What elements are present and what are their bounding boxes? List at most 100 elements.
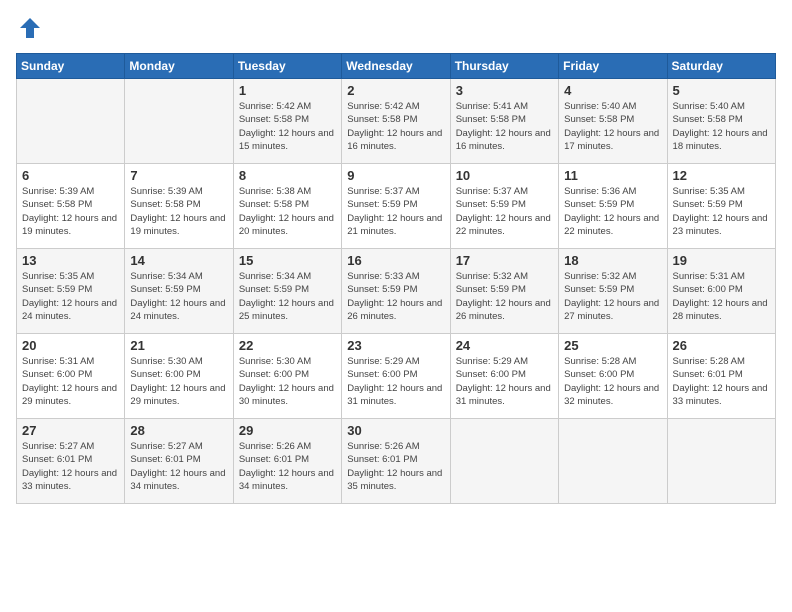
calendar-cell: 30Sunrise: 5:26 AM Sunset: 6:01 PM Dayli… [342, 419, 450, 504]
day-info: Sunrise: 5:31 AM Sunset: 6:00 PM Dayligh… [673, 270, 770, 323]
day-info: Sunrise: 5:39 AM Sunset: 5:58 PM Dayligh… [130, 185, 227, 238]
calendar-cell: 19 Sunrise: 5:31 AM Sunset: 6:00 PM Dayli… [667, 249, 775, 334]
day-number: 15 [239, 253, 336, 268]
day-info: Sunrise: 5:33 AM Sunset: 5:59 PM Dayligh… [347, 270, 444, 323]
day-number: 14 [130, 253, 227, 268]
day-number: 19 [673, 253, 770, 268]
day-number: 27 [22, 423, 119, 438]
calendar-cell: 12 Sunrise: 5:35 AM Sunset: 5:59 PM Dayli… [667, 164, 775, 249]
calendar-cell: 24Sunrise: 5:29 AM Sunset: 6:00 PM Dayli… [450, 334, 558, 419]
week-row-2: 6 Sunrise: 5:39 AM Sunset: 5:58 PM Daylig… [17, 164, 776, 249]
calendar-cell: 9 Sunrise: 5:37 AM Sunset: 5:59 PM Daylig… [342, 164, 450, 249]
day-info: Sunrise: 5:28 AM Sunset: 6:01 PM Dayligh… [673, 355, 770, 408]
day-info: Sunrise: 5:28 AM Sunset: 6:00 PM Dayligh… [564, 355, 661, 408]
page-header [16, 16, 776, 45]
calendar-cell [450, 419, 558, 504]
day-info: Sunrise: 5:26 AM Sunset: 6:01 PM Dayligh… [347, 440, 444, 493]
calendar-cell: 26 Sunrise: 5:28 AM Sunset: 6:01 PM Dayli… [667, 334, 775, 419]
day-info: Sunrise: 5:32 AM Sunset: 5:59 PM Dayligh… [456, 270, 553, 323]
day-number: 6 [22, 168, 119, 183]
calendar-cell: 23 Sunrise: 5:29 AM Sunset: 6:00 PM Dayli… [342, 334, 450, 419]
calendar-cell: 15 Sunrise: 5:34 AM Sunset: 5:59 PM Dayli… [233, 249, 341, 334]
calendar-cell: 27 Sunrise: 5:27 AM Sunset: 6:01 PM Dayli… [17, 419, 125, 504]
calendar-cell: 28 Sunrise: 5:27 AM Sunset: 6:01 PM Dayli… [125, 419, 233, 504]
calendar-cell: 16Sunrise: 5:33 AM Sunset: 5:59 PM Dayli… [342, 249, 450, 334]
calendar-cell: 1 Sunrise: 5:42 AM Sunset: 5:58 PM Daylig… [233, 79, 341, 164]
logo-icon [18, 16, 42, 40]
weekday-header-friday: Friday [559, 54, 667, 79]
day-number: 12 [673, 168, 770, 183]
calendar-cell: 25 Sunrise: 5:28 AM Sunset: 6:00 PM Dayli… [559, 334, 667, 419]
day-number: 21 [130, 338, 227, 353]
day-info: Sunrise: 5:31 AM Sunset: 6:00 PM Dayligh… [22, 355, 119, 408]
day-number: 1 [239, 83, 336, 98]
day-info: Sunrise: 5:32 AM Sunset: 5:59 PM Dayligh… [564, 270, 661, 323]
day-number: 3 [456, 83, 553, 98]
day-number: 8 [239, 168, 336, 183]
calendar-cell: 6 Sunrise: 5:39 AM Sunset: 5:58 PM Daylig… [17, 164, 125, 249]
day-info: Sunrise: 5:26 AM Sunset: 6:01 PM Dayligh… [239, 440, 336, 493]
day-info: Sunrise: 5:29 AM Sunset: 6:00 PM Dayligh… [347, 355, 444, 408]
day-number: 22 [239, 338, 336, 353]
day-info: Sunrise: 5:34 AM Sunset: 5:59 PM Dayligh… [239, 270, 336, 323]
weekday-header-sunday: Sunday [17, 54, 125, 79]
day-number: 18 [564, 253, 661, 268]
calendar-cell: 29 Sunrise: 5:26 AM Sunset: 6:01 PM Dayli… [233, 419, 341, 504]
weekday-header-row: SundayMondayTuesdayWednesdayThursdayFrid… [17, 54, 776, 79]
day-info: Sunrise: 5:37 AM Sunset: 5:59 PM Dayligh… [456, 185, 553, 238]
weekday-header-tuesday: Tuesday [233, 54, 341, 79]
calendar-cell: 14Sunrise: 5:34 AM Sunset: 5:59 PM Dayli… [125, 249, 233, 334]
week-row-4: 20 Sunrise: 5:31 AM Sunset: 6:00 PM Dayli… [17, 334, 776, 419]
calendar-cell: 5Sunrise: 5:40 AM Sunset: 5:58 PM Daylig… [667, 79, 775, 164]
day-number: 9 [347, 168, 444, 183]
day-info: Sunrise: 5:36 AM Sunset: 5:59 PM Dayligh… [564, 185, 661, 238]
day-number: 24 [456, 338, 553, 353]
day-number: 10 [456, 168, 553, 183]
day-number: 28 [130, 423, 227, 438]
day-info: Sunrise: 5:35 AM Sunset: 5:59 PM Dayligh… [673, 185, 770, 238]
day-info: Sunrise: 5:35 AM Sunset: 5:59 PM Dayligh… [22, 270, 119, 323]
calendar-cell [559, 419, 667, 504]
day-number: 17 [456, 253, 553, 268]
calendar-cell: 21 Sunrise: 5:30 AM Sunset: 6:00 PM Dayli… [125, 334, 233, 419]
calendar-cell: 7Sunrise: 5:39 AM Sunset: 5:58 PM Daylig… [125, 164, 233, 249]
day-number: 25 [564, 338, 661, 353]
weekday-header-wednesday: Wednesday [342, 54, 450, 79]
calendar-cell [17, 79, 125, 164]
weekday-header-thursday: Thursday [450, 54, 558, 79]
day-info: Sunrise: 5:30 AM Sunset: 6:00 PM Dayligh… [130, 355, 227, 408]
logo-text [16, 16, 42, 45]
weekday-header-monday: Monday [125, 54, 233, 79]
day-info: Sunrise: 5:37 AM Sunset: 5:59 PM Dayligh… [347, 185, 444, 238]
weekday-header-saturday: Saturday [667, 54, 775, 79]
logo [16, 16, 42, 45]
day-number: 4 [564, 83, 661, 98]
day-number: 29 [239, 423, 336, 438]
day-info: Sunrise: 5:41 AM Sunset: 5:58 PM Dayligh… [456, 100, 553, 153]
calendar-cell [667, 419, 775, 504]
calendar-table: SundayMondayTuesdayWednesdayThursdayFrid… [16, 53, 776, 504]
day-info: Sunrise: 5:42 AM Sunset: 5:58 PM Dayligh… [239, 100, 336, 153]
day-number: 23 [347, 338, 444, 353]
day-info: Sunrise: 5:40 AM Sunset: 5:58 PM Dayligh… [564, 100, 661, 153]
calendar-cell [125, 79, 233, 164]
day-info: Sunrise: 5:27 AM Sunset: 6:01 PM Dayligh… [130, 440, 227, 493]
calendar-cell: 18 Sunrise: 5:32 AM Sunset: 5:59 PM Dayli… [559, 249, 667, 334]
calendar-cell: 17 Sunrise: 5:32 AM Sunset: 5:59 PM Dayli… [450, 249, 558, 334]
calendar-cell: 2Sunrise: 5:42 AM Sunset: 5:58 PM Daylig… [342, 79, 450, 164]
day-number: 26 [673, 338, 770, 353]
day-info: Sunrise: 5:39 AM Sunset: 5:58 PM Dayligh… [22, 185, 119, 238]
calendar-cell: 13 Sunrise: 5:35 AM Sunset: 5:59 PM Dayli… [17, 249, 125, 334]
day-number: 11 [564, 168, 661, 183]
calendar-cell: 22Sunrise: 5:30 AM Sunset: 6:00 PM Dayli… [233, 334, 341, 419]
calendar-cell: 3 Sunrise: 5:41 AM Sunset: 5:58 PM Daylig… [450, 79, 558, 164]
day-info: Sunrise: 5:38 AM Sunset: 5:58 PM Dayligh… [239, 185, 336, 238]
day-info: Sunrise: 5:40 AM Sunset: 5:58 PM Dayligh… [673, 100, 770, 153]
calendar-cell: 8 Sunrise: 5:38 AM Sunset: 5:58 PM Daylig… [233, 164, 341, 249]
day-number: 20 [22, 338, 119, 353]
week-row-1: 1 Sunrise: 5:42 AM Sunset: 5:58 PM Daylig… [17, 79, 776, 164]
calendar-cell: 4 Sunrise: 5:40 AM Sunset: 5:58 PM Daylig… [559, 79, 667, 164]
day-number: 13 [22, 253, 119, 268]
calendar-cell: 10 Sunrise: 5:37 AM Sunset: 5:59 PM Dayli… [450, 164, 558, 249]
day-info: Sunrise: 5:27 AM Sunset: 6:01 PM Dayligh… [22, 440, 119, 493]
